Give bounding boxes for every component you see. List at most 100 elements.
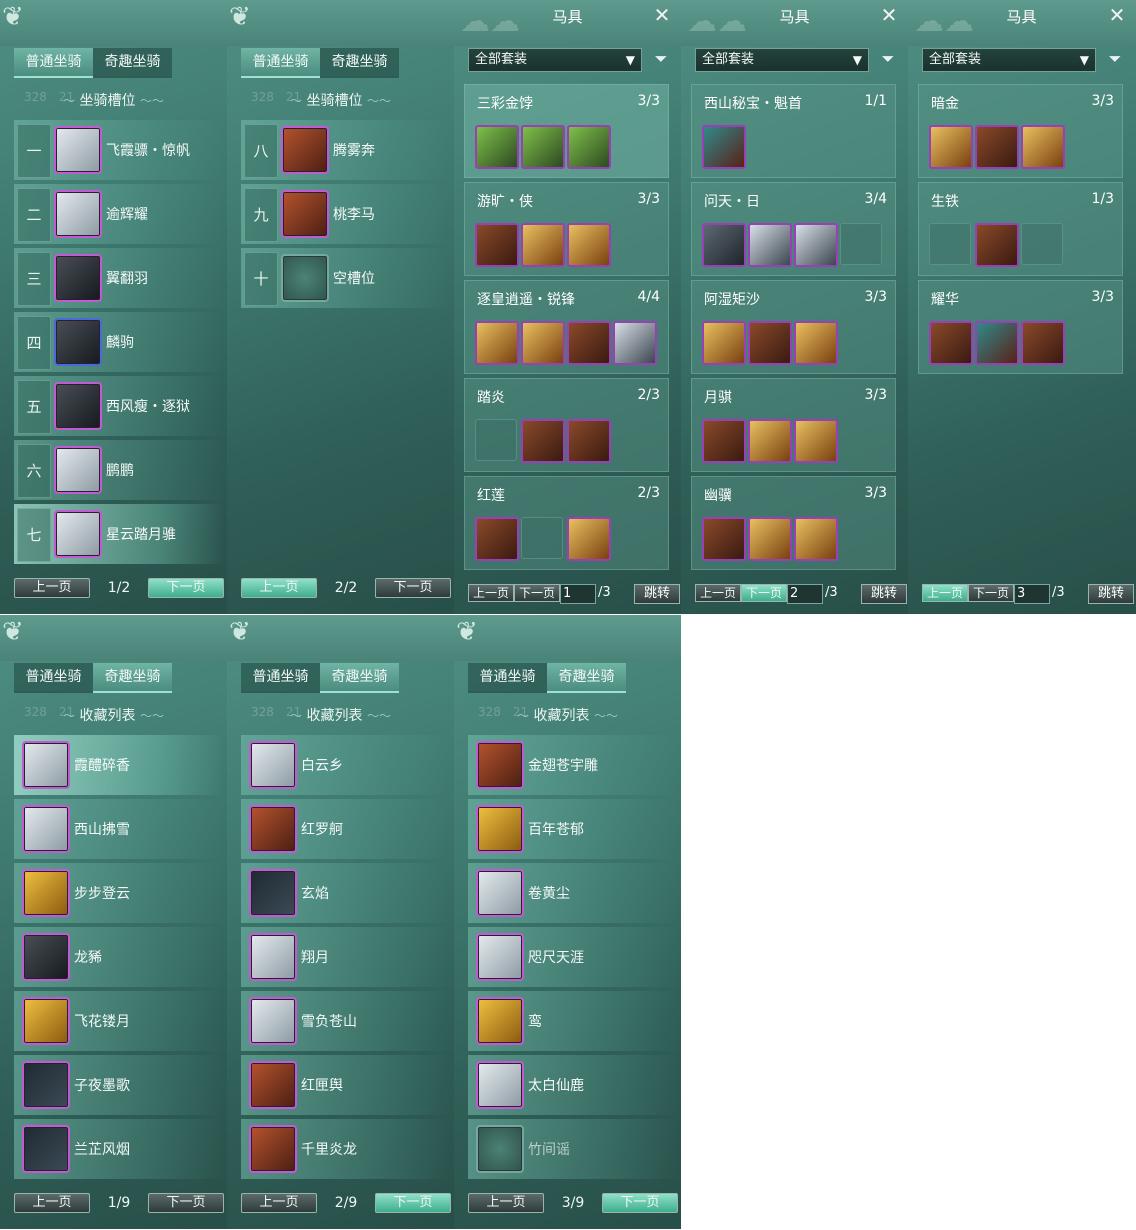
armor-icon[interactable]: [1021, 321, 1065, 365]
saddle-icon[interactable]: [975, 223, 1019, 267]
collection-row[interactable]: 白云乡: [241, 735, 451, 795]
armor-icon[interactable]: [567, 125, 611, 169]
next-page-button[interactable]: 下一页: [148, 1193, 224, 1213]
set-filter-dropdown[interactable]: 全部套装 ▼: [922, 48, 1096, 72]
page-input[interactable]: 2: [787, 584, 823, 604]
prev-page-button[interactable]: 上一页: [695, 584, 741, 602]
close-icon[interactable]: ✕: [1106, 4, 1128, 26]
equipment-set-card[interactable]: 踏炎 2/3: [464, 378, 669, 472]
equipment-set-card[interactable]: 西山秘宝・魁首 1/1: [691, 84, 896, 178]
tab-fun-mount[interactable]: 奇趣坐骑: [320, 663, 399, 693]
collection-row[interactable]: 百年苍郁: [468, 799, 678, 859]
filter-icon[interactable]: ⏷: [651, 48, 671, 70]
bridle-icon[interactable]: [475, 321, 519, 365]
collection-row-selected[interactable]: 霞醴碎香: [14, 735, 224, 795]
equipment-set-card[interactable]: 生铁 1/3: [918, 182, 1123, 276]
collection-row[interactable]: 子夜墨歌: [14, 1055, 224, 1115]
empty-piece-slot[interactable]: [521, 517, 563, 559]
slot-row-empty[interactable]: 十 空槽位: [241, 248, 451, 308]
tab-normal-mount[interactable]: 普通坐骑: [468, 663, 547, 693]
page-input[interactable]: 1: [560, 584, 596, 604]
stirrup-icon[interactable]: [613, 321, 657, 365]
armor-icon[interactable]: [521, 419, 565, 463]
slot-row[interactable]: 五 西风瘦・逐狱: [14, 376, 224, 436]
next-page-button[interactable]: 下一页: [741, 584, 787, 602]
set-filter-dropdown[interactable]: 全部套装 ▼: [695, 48, 869, 72]
saddle-icon[interactable]: [748, 517, 792, 561]
filter-icon[interactable]: ⏷: [1105, 48, 1125, 70]
prev-page-button[interactable]: 上一页: [241, 1193, 317, 1213]
collection-row[interactable]: 太白仙鹿: [468, 1055, 678, 1115]
collection-row[interactable]: 红匣舆: [241, 1055, 451, 1115]
slot-row[interactable]: 三 翼翻羽: [14, 248, 224, 308]
collection-row[interactable]: 红罗舸: [241, 799, 451, 859]
prev-page-button[interactable]: 上一页: [14, 1193, 90, 1213]
bridle-icon[interactable]: [929, 125, 973, 169]
collection-row[interactable]: 鸾: [468, 991, 678, 1051]
slot-row[interactable]: 六 鹏鹏: [14, 440, 224, 500]
slot-row[interactable]: 二 逾辉耀: [14, 184, 224, 244]
bridle-icon[interactable]: [975, 321, 1019, 365]
collection-row[interactable]: 千里炎龙: [241, 1119, 451, 1179]
slot-row[interactable]: 一 飞霞骠・惊帆: [14, 120, 224, 180]
equipment-set-card[interactable]: 逐皇逍遥・锐锋 4/4: [464, 280, 669, 374]
collection-row[interactable]: 西山拂雪: [14, 799, 224, 859]
next-page-button[interactable]: 下一页: [375, 578, 451, 598]
saddle-icon[interactable]: [748, 419, 792, 463]
tab-normal-mount[interactable]: 普通坐骑: [14, 663, 93, 693]
equipment-set-card[interactable]: 阿湿矩沙 3/3: [691, 280, 896, 374]
slot-row[interactable]: 八 腾雾奔: [241, 120, 451, 180]
armor-icon[interactable]: [475, 223, 519, 267]
saddle-icon[interactable]: [521, 223, 565, 267]
slot-row[interactable]: 四 麟驹: [14, 312, 224, 372]
equipment-set-card[interactable]: 红莲 2/3: [464, 476, 669, 570]
close-icon[interactable]: ✕: [878, 4, 900, 26]
tab-normal-mount[interactable]: 普通坐骑: [241, 663, 320, 693]
bridle-icon[interactable]: [702, 321, 746, 365]
collection-row[interactable]: 兰芷风烟: [14, 1119, 224, 1179]
collection-row[interactable]: 翔月: [241, 927, 451, 987]
tab-fun-mount[interactable]: 奇趣坐骑: [93, 663, 172, 693]
jump-button[interactable]: 跳转: [861, 584, 907, 604]
prev-page-button[interactable]: 上一页: [241, 578, 317, 598]
empty-piece-slot[interactable]: [1021, 223, 1063, 265]
collection-row[interactable]: 玄焰: [241, 863, 451, 923]
empty-piece-slot[interactable]: [475, 419, 517, 461]
jump-button[interactable]: 跳转: [634, 584, 680, 604]
collection-row[interactable]: 卷黄尘: [468, 863, 678, 923]
next-page-button[interactable]: 下一页: [148, 578, 224, 598]
next-page-button[interactable]: 下一页: [514, 584, 560, 602]
saddle-icon[interactable]: [748, 223, 792, 267]
equipment-set-card[interactable]: 游旷・侠 3/3: [464, 182, 669, 276]
slot-row-selected[interactable]: 七 星云踏月骓: [14, 504, 224, 564]
saddle-icon[interactable]: [929, 321, 973, 365]
bridle-icon[interactable]: [567, 517, 611, 561]
empty-piece-slot[interactable]: [840, 223, 882, 265]
next-page-button[interactable]: 下一页: [375, 1193, 451, 1213]
armor-icon[interactable]: [567, 321, 611, 365]
filter-icon[interactable]: ⏷: [878, 48, 898, 70]
next-page-button[interactable]: 下一页: [602, 1193, 678, 1213]
bridle-icon[interactable]: [475, 125, 519, 169]
bridle-icon[interactable]: [567, 223, 611, 267]
collection-row[interactable]: 步步登云: [14, 863, 224, 923]
scroll-item-icon[interactable]: [702, 125, 746, 169]
saddle-icon[interactable]: [521, 125, 565, 169]
armor-icon[interactable]: [702, 223, 746, 267]
close-icon[interactable]: ✕: [651, 4, 673, 26]
prev-page-button[interactable]: 上一页: [468, 1193, 544, 1213]
equipment-set-card[interactable]: 暗金 3/3: [918, 84, 1123, 178]
prev-page-button[interactable]: 上一页: [14, 578, 90, 598]
tab-fun-mount[interactable]: 奇趣坐骑: [93, 48, 172, 78]
saddle-icon[interactable]: [794, 321, 838, 365]
next-page-button[interactable]: 下一页: [968, 584, 1014, 602]
tab-normal-mount[interactable]: 普通坐骑: [14, 48, 93, 78]
empty-piece-slot[interactable]: [929, 223, 971, 265]
bridle-icon[interactable]: [794, 517, 838, 561]
equipment-set-card[interactable]: 幽骥 3/3: [691, 476, 896, 570]
armor-icon[interactable]: [975, 125, 1019, 169]
prev-page-button[interactable]: 上一页: [468, 584, 514, 602]
collection-row-locked[interactable]: 竹间谣: [468, 1119, 678, 1179]
equipment-set-card[interactable]: 三彩金饽 3/3: [464, 84, 669, 178]
bridle-icon[interactable]: [794, 419, 838, 463]
